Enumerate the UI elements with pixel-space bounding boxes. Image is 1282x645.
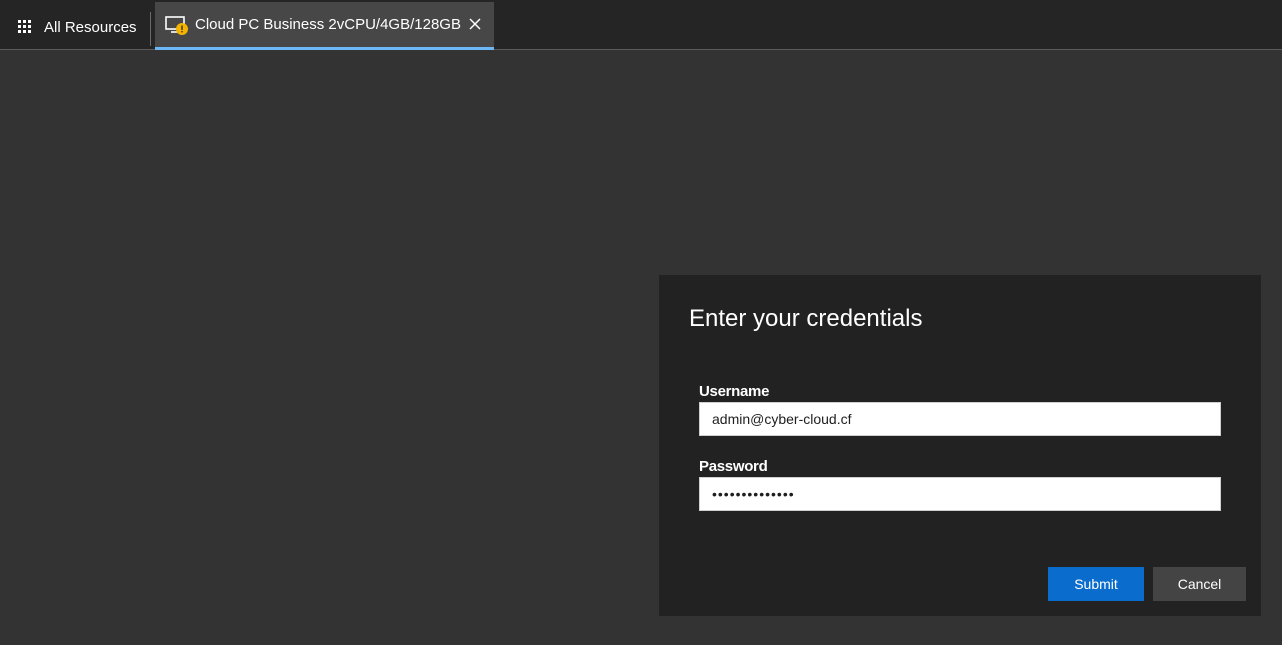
tab-cloud-pc[interactable]: Cloud PC Business 2vCPU/4GB/128GB	[155, 2, 494, 50]
password-label: Password	[699, 458, 768, 475]
dialog-title: Enter your credentials	[689, 305, 923, 332]
credentials-dialog: Enter your credentials Username Password…	[659, 275, 1261, 616]
username-label: Username	[699, 383, 770, 400]
cancel-button[interactable]: Cancel	[1153, 567, 1246, 601]
tab-label: Cloud PC Business 2vCPU/4GB/128GB	[195, 16, 461, 33]
top-navigation-bar: All Resources Cloud PC Business 2vCPU/4G…	[0, 0, 1282, 50]
username-field[interactable]	[699, 402, 1221, 436]
app-grid-icon	[18, 20, 32, 34]
close-icon[interactable]	[466, 15, 484, 33]
submit-button[interactable]: Submit	[1048, 567, 1144, 601]
password-field[interactable]	[699, 477, 1221, 511]
monitor-warning-icon	[165, 15, 188, 35]
all-resources-label: All Resources	[44, 18, 137, 36]
all-resources-button[interactable]: All Resources	[8, 8, 147, 46]
tab-separator	[150, 12, 151, 46]
